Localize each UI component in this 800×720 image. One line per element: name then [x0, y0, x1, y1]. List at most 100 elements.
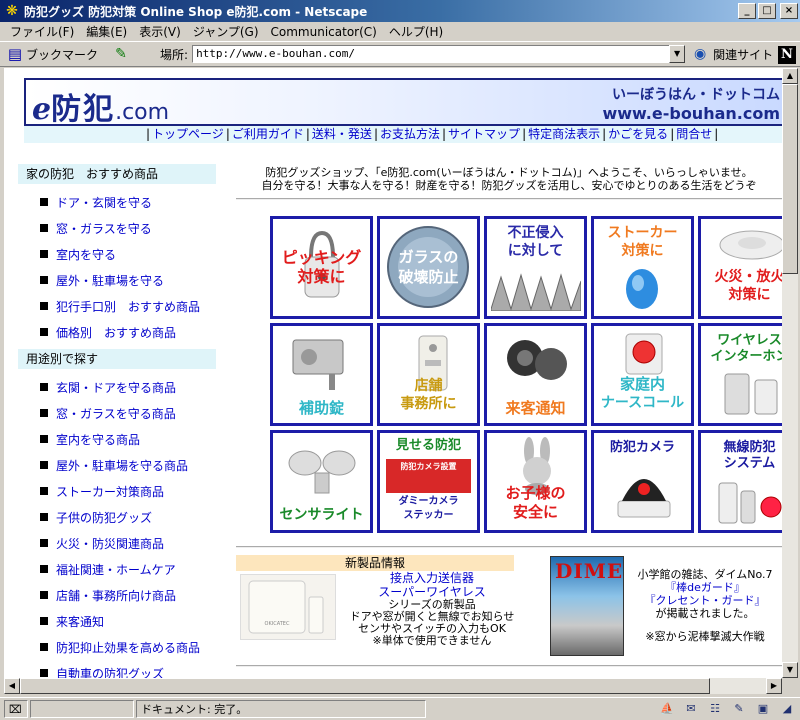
location-label: 場所:	[160, 47, 189, 62]
sidebar-item-outdoor-products[interactable]: 屋外・駐車場を守る商品	[18, 452, 216, 478]
site-header: e防犯.com いーぼうはん・ドットコム www.e-bouhan.com	[24, 78, 782, 128]
resize-grip-icon[interactable]: ◢	[778, 701, 796, 717]
sidebar-item-door-products[interactable]: 玄関・ドアを守る商品	[18, 374, 216, 400]
sidebar-item-stalker[interactable]: ストーカー対策商品	[18, 478, 216, 504]
sidebar-item-fire[interactable]: 火災・防災関連商品	[18, 530, 216, 556]
maximize-button[interactable]: □	[758, 3, 776, 19]
tile-wireless-system[interactable]: 無線防犯 システム	[698, 430, 782, 533]
sidebar-item-car[interactable]: 自動車の防犯グッズ	[18, 660, 216, 678]
sidebar-item-store[interactable]: 店舗・事務所向け商品	[18, 582, 216, 608]
close-button[interactable]: ×	[780, 3, 798, 19]
tile-wireless-intercom[interactable]: ワイヤレス インターホン	[698, 323, 782, 426]
security-lock-icon[interactable]: ⌧	[4, 700, 28, 718]
sidebar-item-deterrent[interactable]: 防犯抑止効果を高める商品	[18, 634, 216, 660]
newsgroup-icon[interactable]: ☷	[706, 701, 724, 717]
bullet-icon	[40, 224, 48, 232]
new-product-line-6: ※単体で使用できません	[372, 634, 492, 647]
sidebar-item-indoor-products[interactable]: 室内を守る商品	[18, 426, 216, 452]
tile-glass[interactable]: ガラスの 破壊防止	[377, 216, 480, 319]
welcome-line-2: 自分を守る！大事な人を守る！財産を守る！防犯グッズを活用し、安心でゆとりのある生…	[261, 179, 757, 192]
sidebar: 家の防犯 おすすめ商品 ドア・玄関を守る 窓・ガラスを守る 室内を守る 屋外・駐…	[18, 164, 216, 678]
tile-security-camera[interactable]: 防犯カメラ	[591, 430, 694, 533]
scroll-up-button[interactable]: ▲	[782, 68, 798, 84]
url-input[interactable]: http://www.e-bouhan.com/	[192, 45, 671, 63]
tile-visitor[interactable]: 来客通知	[484, 323, 587, 426]
logo-e: e	[32, 92, 52, 127]
sidebar-item-window[interactable]: 窓・ガラスを守る	[18, 215, 216, 241]
nav-payment[interactable]: お支払方法	[380, 127, 440, 141]
sidebar-item-door[interactable]: ドア・玄関を守る	[18, 189, 216, 215]
menu-go[interactable]: ジャンプ(G)	[187, 23, 265, 40]
menu-view[interactable]: 表示(V)	[133, 23, 187, 40]
horizontal-scroll-thumb[interactable]	[20, 678, 710, 694]
tile-stalker[interactable]: ストーカー 対策に	[591, 216, 694, 319]
url-dropdown-button[interactable]: ▼	[669, 45, 686, 63]
nav-guide[interactable]: ご利用ガイド	[232, 127, 304, 141]
sidebar-item-children[interactable]: 子供の防犯グッズ	[18, 504, 216, 530]
category-grid: ピッキング 対策に ガラスの 破壊防止 不正侵入 に対して ストーカー 対策に	[270, 216, 782, 533]
tile-nurse-call[interactable]: 家庭内 ナースコール	[591, 323, 694, 426]
tile-picking[interactable]: ピッキング 対策に	[270, 216, 373, 319]
bullet-icon	[40, 565, 48, 573]
welcome-line-1: 防犯グッズショップ、「e防犯.com(いーぼうはん・ドットコム)」へようこそ、い…	[265, 166, 753, 179]
nav-shipping[interactable]: 送料・発送	[312, 127, 372, 141]
magazine-link-2[interactable]: 『クレセント・ガード』	[630, 594, 780, 607]
vertical-scroll-thumb[interactable]	[782, 84, 798, 274]
bookmarks-button[interactable]: ブックマーク	[26, 46, 98, 63]
page-proxy-icon[interactable]: ✎	[112, 46, 130, 62]
logo-kanji: 防犯	[51, 92, 116, 127]
menu-file[interactable]: ファイル(F)	[4, 23, 80, 40]
sidebar-item-welfare[interactable]: 福祉関連・ホームケア	[18, 556, 216, 582]
bookmark-icon[interactable]: ▤	[4, 45, 26, 63]
tile-fire[interactable]: 火災・放火 対策に	[698, 216, 782, 319]
netscape-logo[interactable]: N	[778, 46, 796, 64]
menu-communicator[interactable]: Communicator(C)	[265, 25, 383, 39]
magazine-cover-image[interactable]: DIME	[550, 556, 624, 656]
related-sites-button[interactable]: 関連サイト	[713, 46, 773, 63]
minimize-button[interactable]: _	[738, 3, 756, 19]
scroll-right-button[interactable]: ▶	[766, 678, 782, 694]
vertical-scrollbar[interactable]: ▲ ▼	[782, 68, 798, 678]
composer-icon[interactable]: ✎	[730, 701, 748, 717]
tile-store[interactable]: 店舗 事務所に	[377, 323, 480, 426]
header-kana: いーぼうはん・ドットコム	[612, 87, 780, 103]
horizontal-scrollbar[interactable]: ◀ ▶	[4, 678, 782, 694]
magazine-link-1[interactable]: 『棒deガード』	[630, 581, 780, 594]
nav-top[interactable]: トップページ	[152, 127, 224, 141]
navigator-icon[interactable]: ⛵	[658, 701, 676, 717]
tile-label: ピッキング	[281, 248, 362, 267]
nav-sitemap[interactable]: サイトマップ	[448, 127, 520, 141]
new-product-image[interactable]: OKICATEC	[240, 574, 336, 640]
tile-kids[interactable]: お子様の 安全に	[484, 430, 587, 533]
nav-contact[interactable]: 問合せ	[676, 127, 712, 141]
sidebar-item-visitor[interactable]: 来客通知	[18, 608, 216, 634]
tile-label: 防犯カメラ	[609, 440, 675, 455]
tile-label: 家庭内	[619, 375, 665, 393]
magazine-line-4: が掲載されました。	[655, 607, 755, 620]
nav-cart[interactable]: かごを見る	[608, 127, 668, 141]
nav-legal[interactable]: 特定商法表示	[528, 127, 600, 141]
scroll-down-button[interactable]: ▼	[782, 662, 798, 678]
address-book-icon[interactable]: ▣	[754, 701, 772, 717]
tile-label: 不正侵入	[507, 225, 564, 241]
scroll-left-button[interactable]: ◀	[4, 678, 20, 694]
welcome-message: 防犯グッズショップ、「e防犯.com(いーぼうはん・ドットコム)」へようこそ、い…	[236, 166, 782, 192]
sidebar-item-outdoor[interactable]: 屋外・駐車場を守る	[18, 267, 216, 293]
tile-dummy-camera[interactable]: 見せる防犯 防犯カメラ設置 ダミーカメラ ステッカー	[377, 430, 480, 533]
tile-sensor-light[interactable]: センサライト	[270, 430, 373, 533]
sidebar-item-method[interactable]: 犯行手口別 おすすめ商品	[18, 293, 216, 319]
menu-edit[interactable]: 編集(E)	[80, 23, 133, 40]
tile-label: ナースコール	[600, 395, 685, 411]
app-icon: ❋	[6, 3, 18, 19]
tile-intrusion[interactable]: 不正侵入 に対して	[484, 216, 587, 319]
tile-aux-lock[interactable]: 補助錠	[270, 323, 373, 426]
menu-help[interactable]: ヘルプ(H)	[383, 23, 449, 40]
mail-icon[interactable]: ✉	[682, 701, 700, 717]
sidebar-item-indoor[interactable]: 室内を守る	[18, 241, 216, 267]
new-product-link-2[interactable]: スーパーワイヤレス	[342, 585, 522, 599]
sidebar-item-window-products[interactable]: 窓・ガラスを守る商品	[18, 400, 216, 426]
new-product-link-1[interactable]: 接点入力送信器	[342, 571, 522, 585]
related-sites-icon[interactable]: ◉	[691, 46, 709, 62]
sidebar-item-price[interactable]: 価格別 おすすめ商品	[18, 319, 216, 345]
site-logo[interactable]: e防犯.com	[32, 84, 169, 128]
